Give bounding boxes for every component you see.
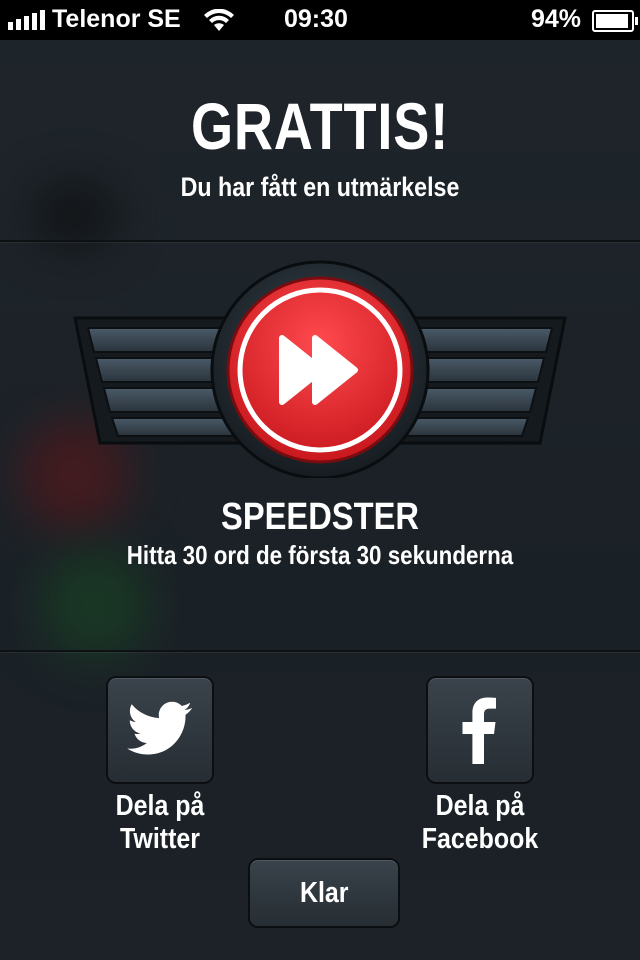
facebook-icon (462, 697, 496, 764)
done-button[interactable]: Klar (248, 858, 400, 928)
wifi-icon (204, 9, 234, 31)
share-facebook-button[interactable] (426, 676, 534, 784)
award-badge (73, 260, 567, 478)
divider-top (0, 240, 640, 242)
done-button-label: Klar (299, 877, 349, 909)
share-facebook-label[interactable]: Dela på Facebook (385, 790, 574, 856)
battery-icon (592, 10, 638, 32)
share-twitter-button[interactable] (106, 676, 214, 784)
battery-percentage: 94% (531, 5, 582, 33)
award-description: Hitta 30 ord de första 30 sekunderna (126, 540, 514, 570)
dialog-subtitle: Du har fått en utmärkelse (180, 172, 460, 202)
clock: 09:30 (284, 5, 348, 33)
dialog-title: GRATTIS! (190, 89, 450, 163)
award-name: SPEEDSTER (221, 496, 419, 538)
share-twitter-label[interactable]: Dela på Twitter (74, 790, 246, 856)
divider-bottom (0, 650, 640, 652)
status-bar: Telenor SE 09:30 94% (0, 0, 640, 40)
carrier-name: Telenor SE (52, 5, 181, 33)
twitter-bird-icon (127, 701, 193, 755)
